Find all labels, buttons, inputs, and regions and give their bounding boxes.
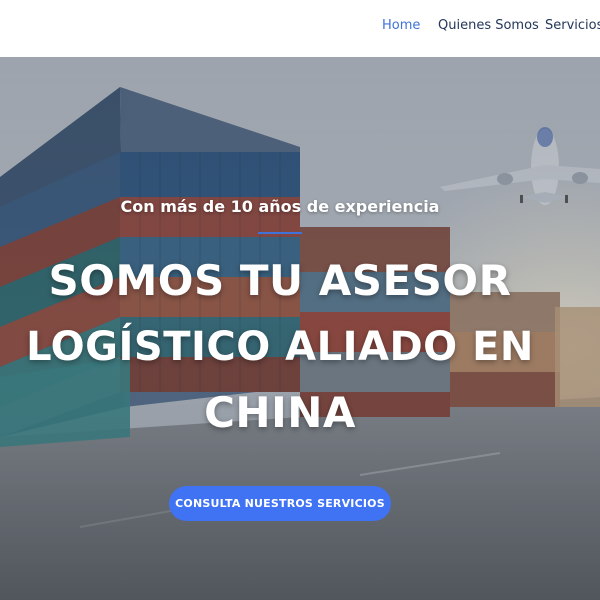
hero-headline-line-3: CHINA bbox=[204, 388, 356, 437]
hero-divider bbox=[258, 232, 302, 234]
nav-item-servicios[interactable]: Servicios bbox=[545, 18, 600, 33]
hero-section: Con más de 10 años de experiencia SOMOS … bbox=[0, 57, 600, 600]
hero-content: Con más de 10 años de experiencia SOMOS … bbox=[0, 57, 600, 600]
hero-headline-line-2: LOGÍSTICO ALIADO EN bbox=[26, 324, 534, 370]
hero-subtitle: Con más de 10 años de experiencia bbox=[120, 197, 440, 216]
nav-item-quienes-somos[interactable]: Quienes Somos bbox=[438, 18, 539, 33]
top-navigation: Home Quienes Somos Servicios bbox=[0, 0, 600, 57]
consulta-servicios-button[interactable]: CONSULTA NUESTROS SERVICIOS bbox=[169, 486, 391, 521]
nav-item-home[interactable]: Home bbox=[382, 18, 420, 33]
hero-headline-line-1: SOMOS TU ASESOR bbox=[48, 256, 512, 305]
